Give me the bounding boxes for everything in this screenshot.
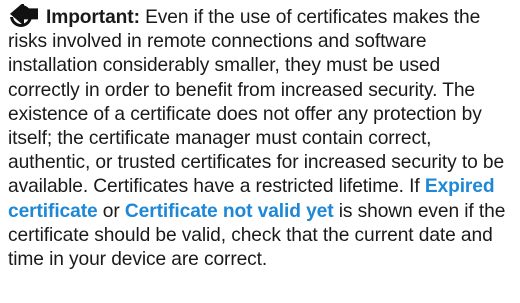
note-text-or: or	[97, 200, 125, 222]
important-label: Important:	[46, 7, 140, 28]
important-note: Important: Even if the use of certificat…	[8, 4, 516, 272]
note-text-start: Even if the use of certificates makes th…	[8, 7, 505, 198]
term-certificate-not-valid-yet: Certificate not valid yet	[124, 200, 334, 222]
warning-arrow-icon	[8, 4, 40, 28]
